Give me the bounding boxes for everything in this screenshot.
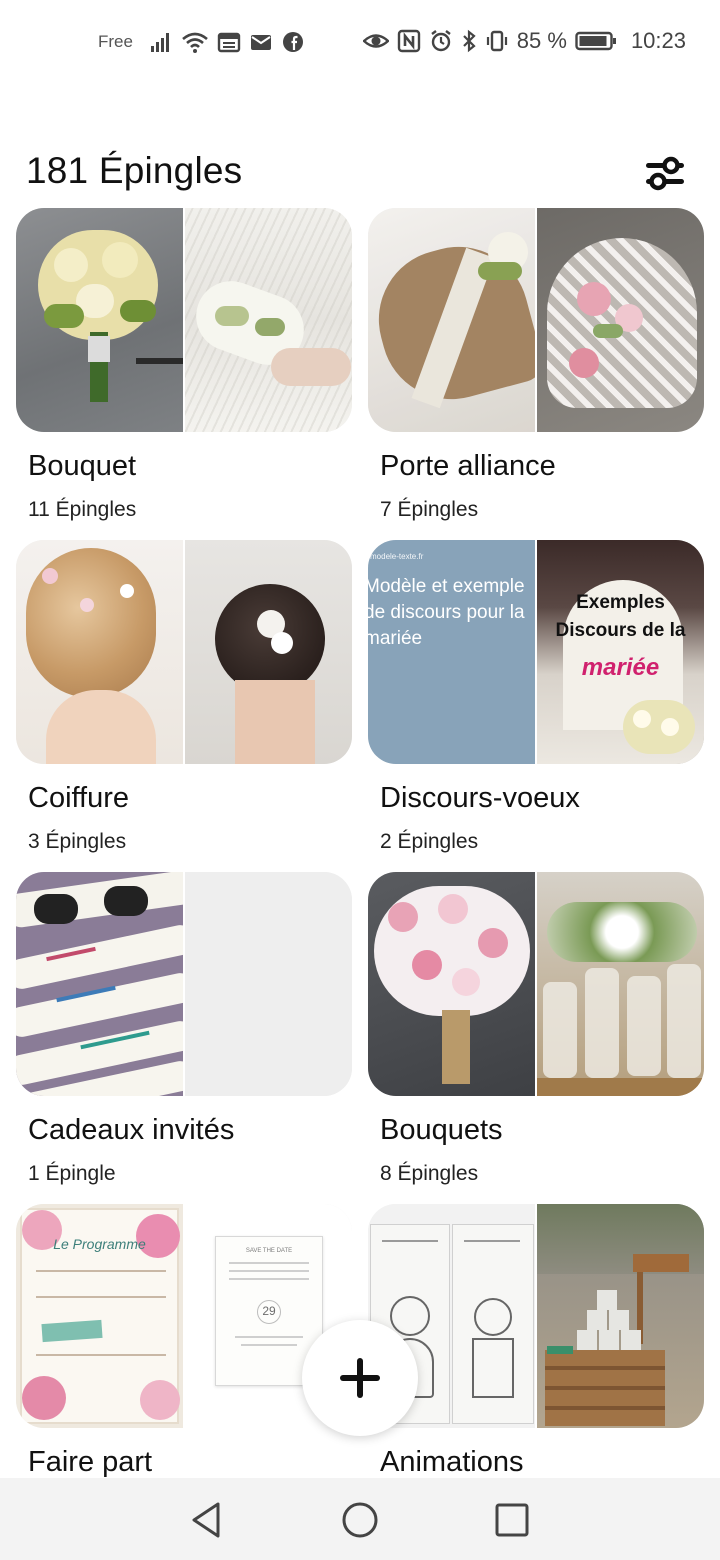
cover-image-right [537, 872, 704, 1096]
recents-button[interactable] [490, 1498, 534, 1542]
board-cover [368, 872, 704, 1096]
board-name: Animations [380, 1446, 524, 1478]
board-pin-count: 11 Épingles [28, 498, 137, 521]
calendar-icon [217, 32, 241, 53]
back-button[interactable] [184, 1498, 228, 1542]
board-pin-count: 2 Épingles [380, 830, 479, 853]
board-cover: modele-texte.fr Modèle et exemple de dis… [368, 540, 704, 764]
board-name: Discours-voeux [380, 782, 580, 814]
board-porte-alliance[interactable]: Porte alliance 7 Épingles [368, 208, 704, 528]
home-button[interactable] [338, 1498, 382, 1542]
battery-icon [575, 31, 616, 51]
cover-save-date-text: SAVE THE DATE [245, 1248, 293, 1254]
board-cover [368, 1204, 704, 1428]
board-name: Bouquets [380, 1114, 503, 1146]
alarm-icon [431, 30, 451, 52]
home-circle-icon [342, 1502, 378, 1538]
board-bouquet[interactable]: Bouquet 11 Épingles [16, 208, 352, 528]
status-left: Free [98, 30, 305, 54]
battery-percent: 85 % [516, 28, 567, 53]
cover-image-left [368, 208, 535, 432]
cover-image-right [537, 1204, 704, 1428]
board-bouquets[interactable]: Bouquets 8 Épingles [368, 872, 704, 1192]
carrier-label: Free [98, 32, 133, 51]
cover-image-left [16, 872, 183, 1096]
cover-image-right [537, 208, 704, 432]
cover-image-left [368, 872, 535, 1096]
board-pin-count: 1 Épingle [28, 1162, 116, 1185]
cover-headline-text: Modèle et exemple de discours pour la ma… [368, 576, 525, 649]
sliders-icon [646, 156, 684, 191]
system-nav-bar [0, 1478, 720, 1560]
status-right: 85 % 10:23 [362, 28, 686, 54]
board-name: Bouquet [28, 450, 137, 482]
cover-image-left [16, 540, 183, 764]
status-bar: Free 85 % 10:23 [0, 0, 720, 88]
cover-programme-title: Le Programme [53, 1236, 146, 1252]
board-animations[interactable]: Animations [368, 1204, 704, 1478]
board-cover [16, 208, 352, 432]
back-triangle-icon [192, 1502, 220, 1538]
cover-image-left: Le Programme [16, 1204, 183, 1428]
board-cover [368, 208, 704, 432]
board-cadeaux-invites[interactable]: Cadeaux invités 1 Épingle [16, 872, 352, 1192]
eye-icon [362, 34, 389, 48]
cover-image-right [185, 540, 352, 764]
wifi-icon [182, 32, 208, 53]
board-cover [16, 872, 352, 1096]
cover-source-text: modele-texte.fr [370, 552, 424, 561]
cover-image-left: modele-texte.fr Modèle et exemple de dis… [368, 540, 535, 764]
board-cover [16, 540, 352, 764]
filter-button[interactable] [644, 154, 686, 194]
mail-icon [250, 35, 271, 50]
bluetooth-icon [463, 29, 476, 53]
board-pin-count: 8 Épingles [380, 1162, 479, 1185]
nfc-icon [397, 29, 420, 53]
cover-title-line3: mariée [581, 654, 660, 681]
board-coiffure[interactable]: Coiffure 3 Épingles [16, 540, 352, 860]
board-name: Coiffure [28, 782, 130, 814]
cover-image-right [185, 208, 352, 432]
signal-icon [150, 33, 169, 52]
board-pin-count: 3 Épingles [28, 830, 127, 853]
header: 181 Épingles [26, 148, 694, 204]
board-name: Porte alliance [380, 450, 556, 482]
board-discours-voeux[interactable]: modele-texte.fr Modèle et exemple de dis… [368, 540, 704, 860]
board-pin-count: 7 Épingles [380, 498, 479, 521]
cover-image-right-placeholder [185, 872, 352, 1096]
cover-date-number: 29 [262, 1304, 276, 1318]
vibrate-icon [486, 30, 507, 52]
cover-image-left [16, 208, 183, 432]
cover-title-line2: Discours de la [555, 620, 686, 641]
recents-square-icon [495, 1503, 529, 1537]
facebook-icon [282, 32, 303, 52]
board-name: Faire part [28, 1446, 153, 1478]
cover-image-right: Exemples Discours de la mariée [537, 540, 704, 764]
plus-icon [340, 1358, 380, 1398]
add-button[interactable] [302, 1320, 418, 1436]
clock: 10:23 [630, 28, 686, 53]
board-name: Cadeaux invités [28, 1114, 235, 1146]
page-title: 181 Épingles [26, 150, 243, 191]
cover-title-line1: Exemples [576, 592, 665, 613]
